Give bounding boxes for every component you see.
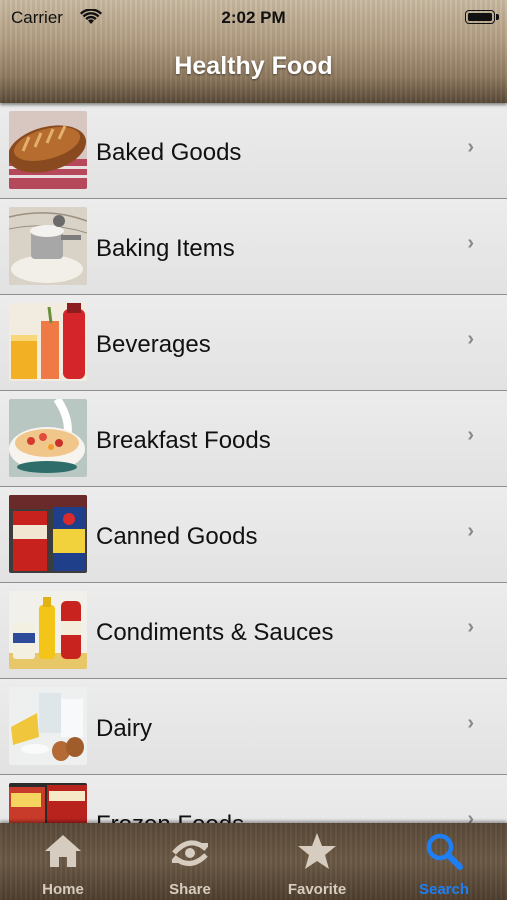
cereal-thumbnail <box>9 399 87 477</box>
share-icon <box>172 840 208 866</box>
list-item-canned-goods[interactable]: Canned Goods › <box>0 487 507 583</box>
bread-thumbnail <box>9 111 87 189</box>
chevron-right-icon: › <box>467 616 474 638</box>
page-title: Healthy Food <box>174 52 333 80</box>
status-bar: Carrier 2:02 PM <box>0 0 507 36</box>
chevron-right-icon: › <box>467 808 474 823</box>
tab-label: Favorite <box>287 881 347 898</box>
list-item-label: Baked Goods <box>96 139 242 166</box>
list-item-dairy[interactable]: Dairy › <box>0 679 507 775</box>
tab-home[interactable]: Home <box>0 823 126 900</box>
dairy-thumbnail <box>9 687 87 765</box>
frozen-thumbnail <box>9 783 87 823</box>
list-item-condiments-sauces[interactable]: Condiments & Sauces › <box>0 583 507 679</box>
tab-share[interactable]: Share <box>127 823 253 900</box>
list-item-label: Frozen Foods <box>96 811 244 823</box>
header: Carrier 2:02 PM Healthy Food <box>0 0 507 103</box>
star-icon <box>298 833 336 869</box>
list-item-label: Dairy <box>96 715 153 742</box>
chevron-right-icon: › <box>467 232 474 254</box>
chevron-right-icon: › <box>467 424 474 446</box>
list-item-breakfast-foods[interactable]: Breakfast Foods › <box>0 391 507 487</box>
list-item-label: Breakfast Foods <box>96 427 271 454</box>
chevron-right-icon: › <box>467 328 474 350</box>
tab-label: Share <box>169 881 211 898</box>
list-item-frozen-foods[interactable]: Frozen Foods › <box>0 775 507 823</box>
tab-label: Home <box>42 881 84 898</box>
list-item-label: Baking Items <box>96 235 235 262</box>
chevron-right-icon: › <box>467 712 474 734</box>
status-time: 2:02 PM <box>221 8 286 27</box>
tab-label: Search <box>418 881 470 898</box>
chevron-right-icon: › <box>467 136 474 158</box>
battery-icon <box>465 10 499 24</box>
tab-search[interactable]: Search <box>381 823 507 900</box>
cans-thumbnail <box>9 495 87 573</box>
drinks-thumbnail <box>9 303 87 381</box>
chevron-right-icon: › <box>467 520 474 542</box>
tab-bar: Home Share Favorite Search <box>0 823 507 900</box>
tab-favorite[interactable]: Favorite <box>254 823 380 900</box>
condiments-thumbnail <box>9 591 87 669</box>
home-icon <box>45 835 81 867</box>
list-item-baking-items[interactable]: Baking Items › <box>0 199 507 295</box>
category-list: Baked Goods › Baking Items › Beverages ›… <box>0 103 507 823</box>
list-item-label: Condiments & Sauces <box>96 619 334 646</box>
flour-thumbnail <box>9 207 87 285</box>
list-item-baked-goods[interactable]: Baked Goods › <box>0 103 507 199</box>
list-item-label: Beverages <box>96 331 211 358</box>
list-item-label: Canned Goods <box>96 523 258 550</box>
list-item-beverages[interactable]: Beverages › <box>0 295 507 391</box>
search-icon <box>426 833 463 870</box>
